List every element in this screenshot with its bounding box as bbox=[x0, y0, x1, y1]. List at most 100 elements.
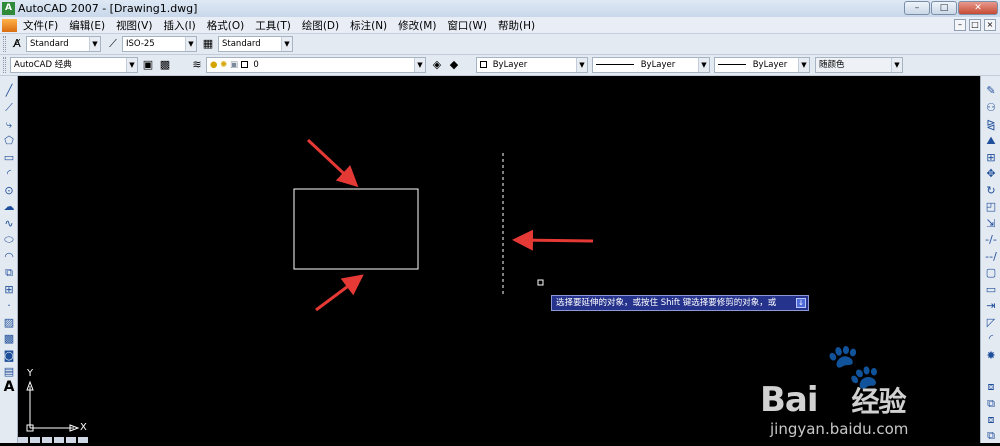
fillet-icon[interactable]: ◜ bbox=[984, 332, 998, 346]
spline-icon[interactable]: ∿ bbox=[2, 217, 16, 231]
insert-block-icon[interactable]: ⧉ bbox=[2, 266, 16, 280]
lightbulb-icon[interactable]: ● bbox=[210, 60, 217, 70]
chevron-down-icon[interactable]: ▼ bbox=[698, 58, 709, 72]
workspace-settings-icon[interactable]: ▣ bbox=[141, 58, 155, 72]
autocad-app-icon[interactable]: A bbox=[2, 2, 15, 15]
menu-help[interactable]: 帮助(H) bbox=[498, 18, 535, 33]
break-icon[interactable]: ▭ bbox=[984, 283, 998, 297]
chevron-down-icon[interactable]: ▼ bbox=[414, 58, 425, 72]
save-workspace-icon[interactable]: ▩ bbox=[158, 58, 172, 72]
menu-window[interactable]: 窗口(W) bbox=[447, 18, 487, 33]
chevron-down-icon[interactable]: ▼ bbox=[798, 58, 809, 72]
layout-tab[interactable] bbox=[30, 437, 40, 443]
minimize-button[interactable]: – bbox=[904, 1, 930, 15]
gradient-icon[interactable]: ▩ bbox=[2, 332, 16, 346]
bring-to-front-icon[interactable]: ⧉ bbox=[984, 397, 998, 411]
join-icon[interactable]: ⇥ bbox=[984, 299, 998, 313]
ellipse-arc-icon[interactable]: ◠ bbox=[2, 250, 16, 264]
region-icon[interactable]: ◙ bbox=[2, 349, 16, 363]
revision-cloud-icon[interactable]: ☁ bbox=[2, 200, 16, 214]
offset-icon[interactable]: ⛰ bbox=[984, 134, 998, 148]
close-button[interactable]: ✕ bbox=[958, 1, 998, 15]
hatch-icon[interactable]: ▨ bbox=[2, 316, 16, 330]
explode-icon[interactable]: ✸ bbox=[984, 349, 998, 363]
polyline-icon[interactable]: ⤷ bbox=[2, 118, 16, 132]
send-to-back-icon[interactable]: ⧈ bbox=[984, 413, 998, 427]
properties-toolbar: AutoCAD 经典 ▼ ▣ ▩ ≋ ● ✺ ▣ 0 ▼ ◈ ◆ ByLayer… bbox=[0, 55, 1000, 76]
document-icon[interactable] bbox=[2, 18, 17, 32]
sun-icon[interactable]: ✺ bbox=[220, 60, 227, 70]
menu-dimension[interactable]: 标注(N) bbox=[350, 18, 387, 33]
doc-minimize-button[interactable]: – bbox=[954, 19, 966, 31]
doc-close-button[interactable]: × bbox=[984, 19, 996, 31]
menu-draw[interactable]: 绘图(D) bbox=[302, 18, 339, 33]
toolbar-grip[interactable] bbox=[3, 36, 6, 52]
menu-modify[interactable]: 修改(M) bbox=[398, 18, 436, 33]
workspace-dropdown[interactable]: AutoCAD 经典 ▼ bbox=[10, 57, 138, 73]
chevron-down-icon[interactable]: ▼ bbox=[576, 58, 587, 72]
prompt-text: 选择要延伸的对象，或按住 Shift 键选择要修剪的对象，或 bbox=[556, 298, 777, 308]
menu-file[interactable]: 文件(F) bbox=[23, 18, 58, 33]
dim-style-dropdown[interactable]: ISO-25 ▼ bbox=[122, 36, 197, 52]
chevron-down-icon[interactable]: ▼ bbox=[185, 37, 196, 51]
plotstyle-dropdown[interactable]: 随颜色 ▼ bbox=[815, 57, 903, 73]
menu-insert[interactable]: 插入(I) bbox=[163, 18, 195, 33]
rotate-icon[interactable]: ↻ bbox=[984, 184, 998, 198]
dim-style-icon[interactable]: ⟋ bbox=[106, 37, 120, 51]
ellipse-icon[interactable]: ⬭ bbox=[2, 233, 16, 247]
styles-toolbar: A̸ Standard ▼ ⟋ ISO-25 ▼ ▦ Standard ▼ bbox=[0, 34, 1000, 55]
rectangle-icon[interactable]: ▭ bbox=[2, 151, 16, 165]
bring-above-icon[interactable]: ⧉ bbox=[984, 429, 998, 443]
layer-dropdown[interactable]: ● ✺ ▣ 0 ▼ bbox=[206, 57, 426, 73]
layer-previous-icon[interactable]: ◆ bbox=[447, 58, 461, 72]
table-icon[interactable]: ▤ bbox=[2, 365, 16, 379]
circle-icon[interactable]: ⊙ bbox=[2, 184, 16, 198]
linetype-dropdown[interactable]: ByLayer ▼ bbox=[592, 57, 710, 73]
table-style-icon[interactable]: ▦ bbox=[201, 37, 215, 51]
stretch-icon[interactable]: ⇲ bbox=[984, 217, 998, 231]
text-style-dropdown[interactable]: Standard ▼ bbox=[26, 36, 101, 52]
chevron-down-icon[interactable]: ▼ bbox=[89, 37, 100, 51]
tab-scroll-button[interactable] bbox=[66, 437, 76, 443]
break-at-point-icon[interactable]: ▢ bbox=[984, 266, 998, 280]
table-style-dropdown[interactable]: Standard ▼ bbox=[218, 36, 293, 52]
move-icon[interactable]: ✥ bbox=[984, 167, 998, 181]
trim-icon[interactable]: -/- bbox=[984, 233, 998, 247]
menu-edit[interactable]: 编辑(E) bbox=[69, 18, 105, 33]
mirror-icon[interactable]: ⧎ bbox=[984, 118, 998, 132]
draw-order-icon[interactable]: ⧈ bbox=[984, 380, 998, 394]
color-dropdown[interactable]: ByLayer ▼ bbox=[476, 57, 588, 73]
lock-icon[interactable]: ▣ bbox=[230, 60, 238, 70]
chevron-down-icon[interactable]: ▼ bbox=[281, 37, 292, 51]
lineweight-dropdown[interactable]: ByLayer ▼ bbox=[714, 57, 810, 73]
menu-format[interactable]: 格式(O) bbox=[207, 18, 244, 33]
model-tab[interactable] bbox=[18, 437, 28, 443]
toolbar-grip[interactable] bbox=[3, 57, 6, 73]
chevron-down-icon[interactable]: ▼ bbox=[891, 58, 902, 72]
make-block-icon[interactable]: ⊞ bbox=[2, 283, 16, 297]
layer-manager-icon[interactable]: ≋ bbox=[190, 58, 204, 72]
doc-restore-button[interactable]: □ bbox=[969, 19, 981, 31]
maximize-button[interactable]: □ bbox=[931, 1, 957, 15]
scale-icon[interactable]: ◰ bbox=[984, 200, 998, 214]
copy-icon[interactable]: ⚇ bbox=[984, 101, 998, 115]
point-icon[interactable]: · bbox=[2, 299, 16, 313]
tab-scroll-button[interactable] bbox=[78, 437, 88, 443]
array-icon[interactable]: ⊞ bbox=[984, 151, 998, 165]
construction-line-icon[interactable]: ⟋ bbox=[2, 101, 16, 115]
multiline-text-icon[interactable]: A bbox=[2, 380, 16, 394]
chamfer-icon[interactable]: ◸ bbox=[984, 316, 998, 330]
menu-view[interactable]: 视图(V) bbox=[116, 18, 152, 33]
layout-tab[interactable] bbox=[42, 437, 52, 443]
chevron-down-icon[interactable]: ▼ bbox=[126, 58, 137, 72]
tab-scroll-button[interactable] bbox=[54, 437, 64, 443]
polygon-icon[interactable]: ⬠ bbox=[2, 134, 16, 148]
menu-tools[interactable]: 工具(T) bbox=[255, 18, 291, 33]
line-icon[interactable]: ╱ bbox=[2, 84, 16, 98]
expand-arrow-icon[interactable]: ↓ bbox=[796, 298, 806, 308]
text-style-icon[interactable]: A̸ bbox=[10, 37, 24, 51]
erase-icon[interactable]: ✎ bbox=[984, 84, 998, 98]
arc-icon[interactable]: ◜ bbox=[2, 167, 16, 181]
extend-icon[interactable]: --/ bbox=[984, 250, 998, 264]
make-current-layer-icon[interactable]: ◈ bbox=[430, 58, 444, 72]
